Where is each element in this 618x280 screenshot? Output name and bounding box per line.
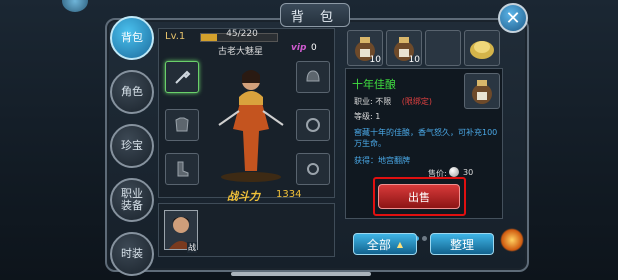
power-value: 1334 bbox=[276, 189, 302, 200]
ring-icon bbox=[307, 163, 319, 175]
wine-jar-icon bbox=[472, 80, 492, 104]
item-count: 10 bbox=[408, 55, 420, 65]
level-label: Lv.1 bbox=[165, 31, 186, 42]
hero-character-model bbox=[218, 70, 284, 182]
battle-badge: 战 bbox=[187, 242, 197, 253]
tab-class-equipment-label: 职业装备 bbox=[121, 187, 143, 212]
silver-coin-icon bbox=[449, 167, 459, 177]
inventory-item-wine-2[interactable]: 10 bbox=[386, 30, 422, 66]
ring-icon bbox=[306, 118, 320, 132]
weapon-slot[interactable] bbox=[165, 61, 199, 93]
sort-button[interactable]: 整理 bbox=[430, 233, 494, 255]
tab-fashion-label: 时装 bbox=[121, 247, 143, 260]
profession-text: 职业: 不限 bbox=[354, 97, 392, 106]
item-source: 获得：地宫翻牌 bbox=[354, 156, 410, 165]
ring-slot[interactable] bbox=[296, 109, 330, 141]
tab-class-equipment[interactable]: 职业装备 bbox=[110, 178, 154, 222]
close-icon[interactable]: ✕ bbox=[498, 3, 528, 33]
panel-title: 背 包 bbox=[280, 3, 350, 27]
ring2-slot[interactable] bbox=[296, 153, 330, 185]
all-filter-label: 全部 bbox=[366, 237, 391, 252]
exp-text: 45/220 bbox=[226, 29, 258, 39]
shovel-icon bbox=[175, 70, 191, 84]
page-dot[interactable] bbox=[422, 236, 427, 241]
item-detail-icon bbox=[464, 73, 500, 109]
tab-role[interactable]: 角色 bbox=[110, 70, 154, 114]
all-filter-button[interactable]: 全部 ▲ bbox=[353, 233, 417, 255]
item-name: 十年佳酿 bbox=[352, 78, 396, 91]
character-name: 古老大魅星 bbox=[218, 47, 264, 57]
item-level: 等级: 1 bbox=[354, 112, 381, 121]
helmet-slot[interactable] bbox=[296, 61, 330, 93]
tab-treasure-label: 珍宝 bbox=[121, 139, 143, 152]
helmet-icon bbox=[306, 70, 320, 82]
tab-bag[interactable]: 背包 bbox=[110, 16, 154, 60]
armor-slot[interactable] bbox=[165, 109, 199, 141]
power-label: 战斗力 bbox=[227, 190, 260, 203]
character-portrait[interactable]: 战 bbox=[164, 210, 198, 253]
inventory-item-empty[interactable] bbox=[425, 30, 461, 66]
gold-pile-icon bbox=[470, 41, 494, 59]
tab-fashion[interactable]: 时装 bbox=[110, 232, 154, 276]
bind-limit-text: (限绑定) bbox=[401, 97, 433, 106]
boots-icon bbox=[177, 161, 189, 177]
item-profession: 职业: 不限 (限绑定) bbox=[354, 96, 432, 107]
tab-role-label: 角色 bbox=[121, 85, 143, 98]
item-count: 10 bbox=[369, 55, 381, 65]
character-portrait-box: 战 bbox=[158, 203, 335, 257]
inventory-item-gold[interactable] bbox=[464, 30, 500, 66]
boots-slot[interactable] bbox=[165, 153, 199, 185]
tab-bag-label: 背包 bbox=[121, 31, 143, 44]
price-value: 30 bbox=[463, 168, 474, 177]
sell-button-highlight bbox=[373, 177, 466, 216]
flame-icon bbox=[500, 228, 524, 252]
chevron-up-icon: ▲ bbox=[396, 239, 404, 249]
home-indicator[interactable] bbox=[231, 272, 371, 276]
item-description: 窖藏十年的佳酿，香气怒久，可补充100万生命。 bbox=[354, 128, 498, 148]
inventory-item-wine-1[interactable]: 10 bbox=[347, 30, 383, 66]
character-panel: Lv.1 45/220 古老大魅星 vip 0 战斗力 1334 bbox=[158, 28, 335, 203]
vip-label: vip bbox=[291, 43, 307, 53]
tab-treasure[interactable]: 珍宝 bbox=[110, 124, 154, 168]
vip-level: 0 bbox=[311, 43, 317, 53]
armor-icon bbox=[175, 117, 189, 132]
